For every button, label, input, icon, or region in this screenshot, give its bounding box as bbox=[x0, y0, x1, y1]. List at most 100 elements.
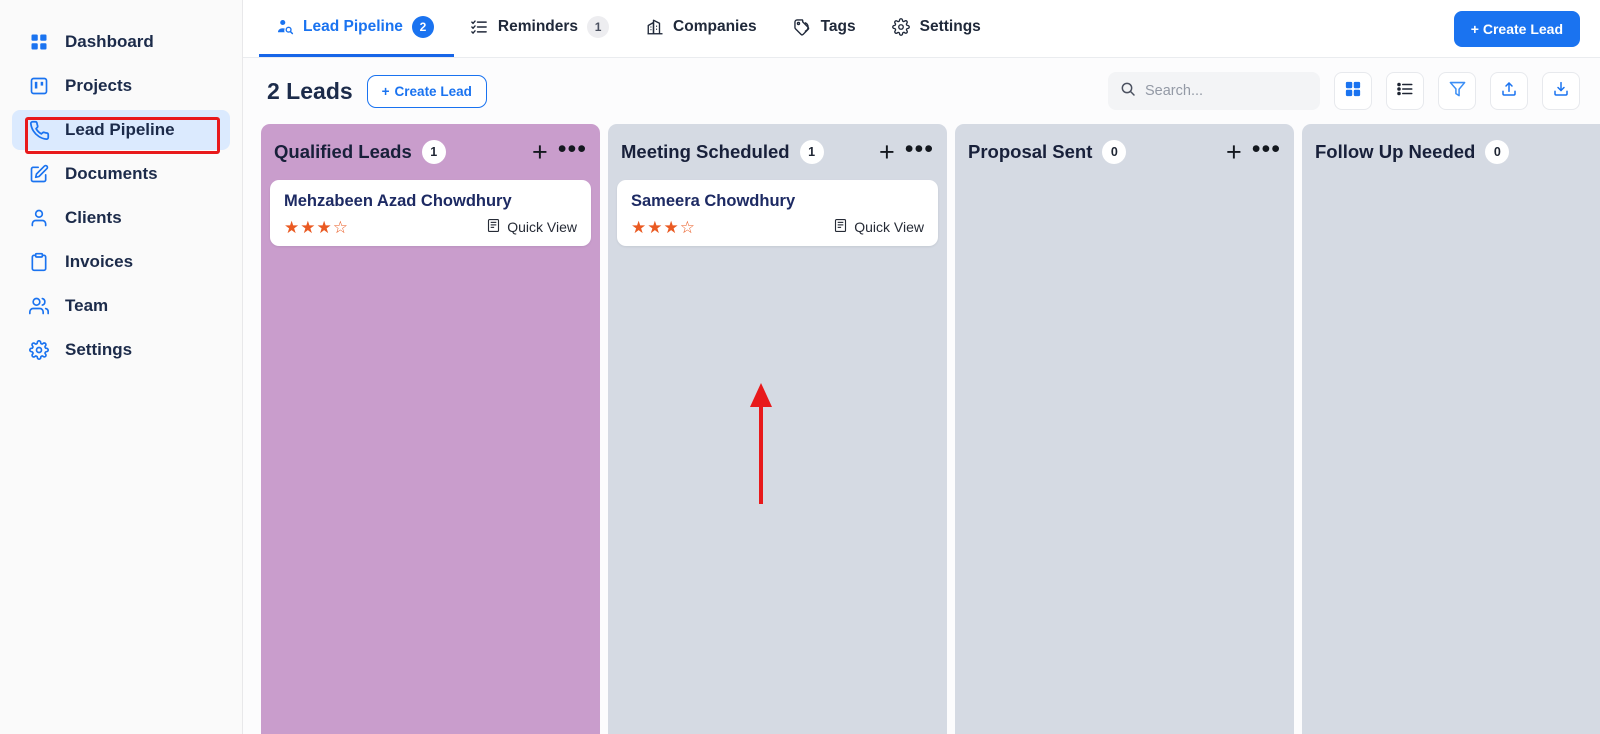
sidebar-item-lead-pipeline[interactable]: Lead Pipeline bbox=[12, 110, 230, 150]
sidebar: Dashboard Projects Lead Pipeline Documen… bbox=[0, 0, 243, 734]
star-empty-icon[interactable]: ☆ bbox=[333, 219, 348, 236]
lead-card-footer: ★ ★ ★ ☆ Quick View bbox=[284, 218, 577, 236]
lead-card[interactable]: Sameera Chowdhury ★ ★ ★ ☆ Quick View bbox=[617, 180, 938, 246]
document-icon bbox=[486, 218, 501, 236]
quick-view-button[interactable]: Quick View bbox=[833, 218, 924, 236]
kanban-column[interactable]: Qualified Leads 1 + ••• Mehzabeen Azad Chowd… bbox=[261, 124, 600, 734]
filter-button[interactable] bbox=[1438, 72, 1476, 110]
sidebar-item-clients[interactable]: Clients bbox=[12, 198, 230, 238]
grid-view-button[interactable] bbox=[1334, 72, 1372, 110]
column-title: Proposal Sent bbox=[968, 141, 1093, 162]
column-more-button[interactable]: ••• bbox=[558, 136, 587, 163]
tab-label: Lead Pipeline bbox=[303, 18, 403, 35]
column-title: Meeting Scheduled bbox=[621, 141, 790, 162]
column-more-button[interactable]: ••• bbox=[905, 136, 934, 163]
upload-icon bbox=[1500, 80, 1518, 103]
grid-view-icon bbox=[1344, 80, 1362, 103]
clipboard-icon bbox=[28, 251, 50, 273]
sidebar-item-team[interactable]: Team bbox=[12, 286, 230, 326]
rating-stars[interactable]: ★ ★ ★ ☆ bbox=[631, 219, 695, 236]
tab-tags[interactable]: Tags bbox=[777, 0, 876, 57]
create-lead-button-header[interactable]: + Create Lead bbox=[1453, 11, 1580, 47]
quick-view-button[interactable]: Quick View bbox=[486, 218, 577, 236]
building-icon bbox=[645, 18, 664, 37]
users-icon bbox=[28, 295, 50, 317]
board-toolbar: 2 Leads + Create Lead bbox=[243, 58, 1600, 124]
star-filled-icon[interactable]: ★ bbox=[664, 219, 679, 236]
sidebar-item-label: Dashboard bbox=[65, 32, 154, 51]
search-icon bbox=[1120, 81, 1136, 102]
star-filled-icon[interactable]: ★ bbox=[317, 219, 332, 236]
sidebar-item-label: Settings bbox=[65, 340, 133, 359]
sidebar-item-projects[interactable]: Projects bbox=[12, 66, 230, 106]
grid-icon bbox=[28, 31, 50, 53]
kanban-column[interactable]: Meeting Scheduled 1 + ••• Sameera Chowdhury ★… bbox=[608, 124, 947, 734]
sidebar-item-label: Lead Pipeline bbox=[65, 120, 175, 139]
leads-count-label: 2 Leads bbox=[267, 77, 353, 104]
column-count-badge: 1 bbox=[799, 140, 824, 164]
sidebar-item-settings[interactable]: Settings bbox=[12, 330, 230, 370]
lead-name: Mehzabeen Azad Chowdhury bbox=[284, 192, 512, 210]
sidebar-item-documents[interactable]: Documents bbox=[12, 154, 230, 194]
edit-doc-icon bbox=[28, 163, 50, 185]
search-box[interactable] bbox=[1108, 72, 1320, 110]
tab-settings[interactable]: Settings bbox=[876, 0, 1001, 57]
star-filled-icon[interactable]: ★ bbox=[284, 219, 299, 236]
tab-reminders[interactable]: Reminders 1 bbox=[454, 0, 629, 57]
tab-companies[interactable]: Companies bbox=[629, 0, 777, 57]
search-input[interactable] bbox=[1145, 83, 1308, 99]
add-card-button[interactable]: + bbox=[879, 138, 895, 166]
column-count-badge: 0 bbox=[1102, 140, 1127, 164]
list-view-button[interactable] bbox=[1386, 72, 1424, 110]
star-filled-icon[interactable]: ★ bbox=[631, 219, 646, 236]
kanban-column[interactable]: Proposal Sent 0 + ••• bbox=[955, 124, 1294, 734]
tab-lead-pipeline[interactable]: Lead Pipeline 2 bbox=[259, 0, 454, 57]
kanban-board: Qualified Leads 1 + ••• Mehzabeen Azad Chowd… bbox=[243, 124, 1600, 734]
sidebar-item-label: Documents bbox=[65, 164, 158, 183]
column-count-badge: 0 bbox=[1485, 140, 1510, 164]
gear-icon bbox=[28, 339, 50, 361]
tab-label: Tags bbox=[820, 18, 856, 35]
column-title: Qualified Leads bbox=[274, 141, 412, 162]
download-icon bbox=[1552, 80, 1570, 103]
quick-view-label: Quick View bbox=[854, 219, 924, 235]
gear-icon bbox=[892, 18, 911, 37]
sidebar-item-dashboard[interactable]: Dashboard bbox=[12, 22, 230, 62]
quick-view-label: Quick View bbox=[507, 219, 577, 235]
star-filled-icon[interactable]: ★ bbox=[647, 219, 662, 236]
add-card-button[interactable]: + bbox=[1226, 138, 1242, 166]
app-root: Dashboard Projects Lead Pipeline Documen… bbox=[0, 0, 1600, 734]
star-empty-icon[interactable]: ☆ bbox=[680, 219, 695, 236]
star-filled-icon[interactable]: ★ bbox=[300, 219, 315, 236]
filter-icon bbox=[1448, 79, 1467, 103]
column-actions: + ••• bbox=[1226, 136, 1281, 166]
user-icon bbox=[28, 207, 50, 229]
kanban-columns: Qualified Leads 1 + ••• Mehzabeen Azad Chowd… bbox=[261, 124, 1600, 734]
tab-bar: Lead Pipeline 2 Reminders 1 Companies Ta… bbox=[243, 0, 1600, 58]
document-icon bbox=[833, 218, 848, 236]
sidebar-item-label: Projects bbox=[65, 76, 133, 95]
create-lead-button[interactable]: + Create Lead bbox=[366, 74, 487, 108]
tab-badge: 1 bbox=[587, 16, 610, 38]
add-card-button[interactable]: + bbox=[532, 138, 548, 166]
board-icon bbox=[28, 75, 50, 97]
list-view-icon bbox=[1396, 80, 1414, 103]
export-button[interactable] bbox=[1490, 72, 1528, 110]
sidebar-item-invoices[interactable]: Invoices bbox=[12, 242, 230, 282]
column-header: Follow Up Needed 0 bbox=[1311, 124, 1600, 180]
rating-stars[interactable]: ★ ★ ★ ☆ bbox=[284, 219, 348, 236]
column-header: Qualified Leads 1 + ••• bbox=[270, 124, 591, 180]
kanban-column[interactable]: Follow Up Needed 0 bbox=[1302, 124, 1600, 734]
plus-icon: + bbox=[381, 83, 390, 99]
sidebar-item-label: Clients bbox=[65, 208, 122, 227]
tag-icon bbox=[793, 18, 812, 37]
main-content: Lead Pipeline 2 Reminders 1 Companies Ta… bbox=[243, 0, 1600, 734]
column-actions: + ••• bbox=[879, 136, 934, 166]
column-header: Meeting Scheduled 1 + ••• bbox=[617, 124, 938, 180]
import-button[interactable] bbox=[1542, 72, 1580, 110]
column-more-button[interactable]: ••• bbox=[1252, 136, 1281, 163]
tab-label: Reminders bbox=[497, 18, 579, 35]
lead-card[interactable]: Mehzabeen Azad Chowdhury ★ ★ ★ ☆ Quick View bbox=[270, 180, 591, 246]
tabs: Lead Pipeline 2 Reminders 1 Companies Ta… bbox=[259, 0, 1001, 57]
column-actions: + ••• bbox=[532, 136, 587, 166]
